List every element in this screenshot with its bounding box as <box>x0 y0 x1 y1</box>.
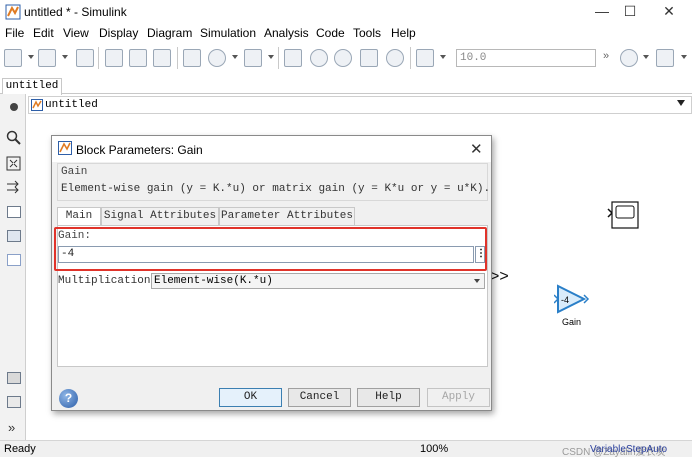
scope-dropdown-caret[interactable] <box>440 55 446 59</box>
arrow-right-icon[interactable] <box>6 180 22 194</box>
step-back-icon[interactable] <box>284 49 302 67</box>
dialog-titlebar: Block Parameters: Gain ✕ <box>52 136 491 162</box>
block-description: Element-wise gain (y = K.*u) or matrix g… <box>61 183 491 195</box>
forward-arrow-icon[interactable] <box>129 49 147 67</box>
open-folder-icon[interactable] <box>38 49 56 67</box>
annotation-icon[interactable] <box>7 206 21 218</box>
toolbar-divider <box>278 47 279 69</box>
chevron-down-icon[interactable] <box>474 279 480 283</box>
simulink-logo-icon <box>58 141 72 155</box>
area-icon[interactable] <box>7 254 21 266</box>
menu-analysis[interactable]: Analysis <box>264 26 309 40</box>
open-dropdown-caret[interactable] <box>62 55 68 59</box>
gain-label: Gain: <box>58 230 92 242</box>
breadcrumb-dropdown-caret[interactable] <box>677 100 685 106</box>
status-bar: Ready 100% CSDN @Zayalin爱农炭 VariableStep… <box>0 440 692 457</box>
window-titlebar: untitled * - Simulink — ☐ ✕ <box>0 0 692 24</box>
model-settings-gear-icon[interactable] <box>208 49 226 67</box>
run-play-icon[interactable] <box>334 49 352 67</box>
breadcrumb-item-untitled[interactable]: untitled <box>45 99 98 111</box>
back-arrow-icon[interactable] <box>105 49 123 67</box>
up-arrow-icon[interactable] <box>153 49 171 67</box>
scope-icon[interactable] <box>416 49 434 67</box>
menu-display[interactable]: Display <box>99 26 138 40</box>
gain-block-value: -4 <box>561 295 570 305</box>
new-model-icon[interactable] <box>4 49 22 67</box>
model-explorer-icon[interactable] <box>244 49 262 67</box>
status-text: Ready <box>4 443 36 455</box>
apply-button[interactable]: Apply <box>427 388 490 407</box>
zoom-level: 100% <box>420 443 449 455</box>
stop-icon[interactable] <box>386 49 404 67</box>
menu-view[interactable]: View <box>63 26 89 40</box>
help-question-icon[interactable]: ? <box>59 389 78 408</box>
group-title: Gain <box>61 166 88 178</box>
hide-browser-icon[interactable] <box>7 100 21 114</box>
expand-palette-chevron-icon[interactable]: » <box>8 420 15 435</box>
maximize-button[interactable]: ☐ <box>612 0 648 24</box>
new-dropdown-caret[interactable] <box>28 55 34 59</box>
settings-dropdown-caret[interactable] <box>232 55 238 59</box>
close-window-button[interactable]: ✕ <box>651 0 687 24</box>
multiplication-select[interactable]: Element-wise(K.*u) <box>151 273 485 289</box>
advisor-dropdown-caret[interactable] <box>643 55 649 59</box>
toolbar-divider <box>98 47 99 69</box>
block-parameters-dialog: Block Parameters: Gain ✕ Gain Element-wi… <box>51 135 492 411</box>
tab-untitled[interactable]: untitled <box>2 78 62 95</box>
ok-button[interactable]: OK <box>219 388 282 407</box>
stop-time-input[interactable]: 10.0 <box>456 49 596 67</box>
config-dropdown-caret[interactable] <box>681 55 687 59</box>
step-back-round-icon[interactable] <box>310 49 328 67</box>
breadcrumb: untitled <box>28 96 692 114</box>
menu-file[interactable]: File <box>5 26 24 40</box>
menu-help[interactable]: Help <box>391 26 416 40</box>
tab-signal-attributes[interactable]: Signal Attributes <box>101 207 219 225</box>
gain-more-options-button[interactable]: ⋮ <box>475 246 486 263</box>
signal-port-arrow-icon: >> <box>490 268 509 285</box>
multiplication-label: Multiplication: <box>58 275 158 287</box>
scope-block-icon[interactable] <box>606 200 640 232</box>
menu-code[interactable]: Code <box>316 26 345 40</box>
gain-input[interactable]: -4 <box>58 246 474 263</box>
save-icon[interactable] <box>76 49 94 67</box>
left-palette: » <box>0 94 26 440</box>
toolbar-divider <box>177 47 178 69</box>
solver-label[interactable]: VariableStepAuto <box>590 444 667 455</box>
zoom-icon[interactable] <box>6 130 22 146</box>
simulink-logo-icon <box>5 4 21 20</box>
window-title: untitled * - Simulink <box>24 5 127 19</box>
explorer-dropdown-caret[interactable] <box>268 55 274 59</box>
cancel-button[interactable]: Cancel <box>288 388 351 407</box>
menu-bar: File Edit View Display Diagram Simulatio… <box>0 24 692 42</box>
model-icon <box>31 99 43 111</box>
tab-main[interactable]: Main <box>57 207 101 225</box>
help-button[interactable]: Help <box>357 388 420 407</box>
menu-tools[interactable]: Tools <box>353 26 381 40</box>
fit-to-view-icon[interactable] <box>6 156 22 172</box>
library-browser-icon[interactable] <box>183 49 201 67</box>
toolbar-divider <box>410 47 411 69</box>
config-grid-icon[interactable] <box>656 49 674 67</box>
dialog-title: Block Parameters: Gain <box>76 143 203 157</box>
tab-parameter-attributes[interactable]: Parameter Attributes <box>219 207 355 225</box>
menu-simulation[interactable]: Simulation <box>200 26 256 40</box>
step-forward-icon[interactable] <box>360 49 378 67</box>
dialog-close-icon[interactable]: ✕ <box>470 140 483 158</box>
description-group: Gain Element-wise gain (y = K.*u) or mat… <box>57 163 491 201</box>
gain-block-label: Gain <box>562 317 582 327</box>
gain-block[interactable] <box>554 284 590 320</box>
menu-edit[interactable]: Edit <box>33 26 54 40</box>
image-icon[interactable] <box>7 230 21 242</box>
model-browser-icon[interactable] <box>7 396 21 408</box>
model-advisor-check-icon[interactable] <box>620 49 638 67</box>
toolbar-overflow-chevron-icon[interactable]: » <box>603 50 609 62</box>
screenshot-icon[interactable] <box>7 372 21 384</box>
menu-diagram[interactable]: Diagram <box>147 26 192 40</box>
model-tab-strip <box>0 74 692 94</box>
